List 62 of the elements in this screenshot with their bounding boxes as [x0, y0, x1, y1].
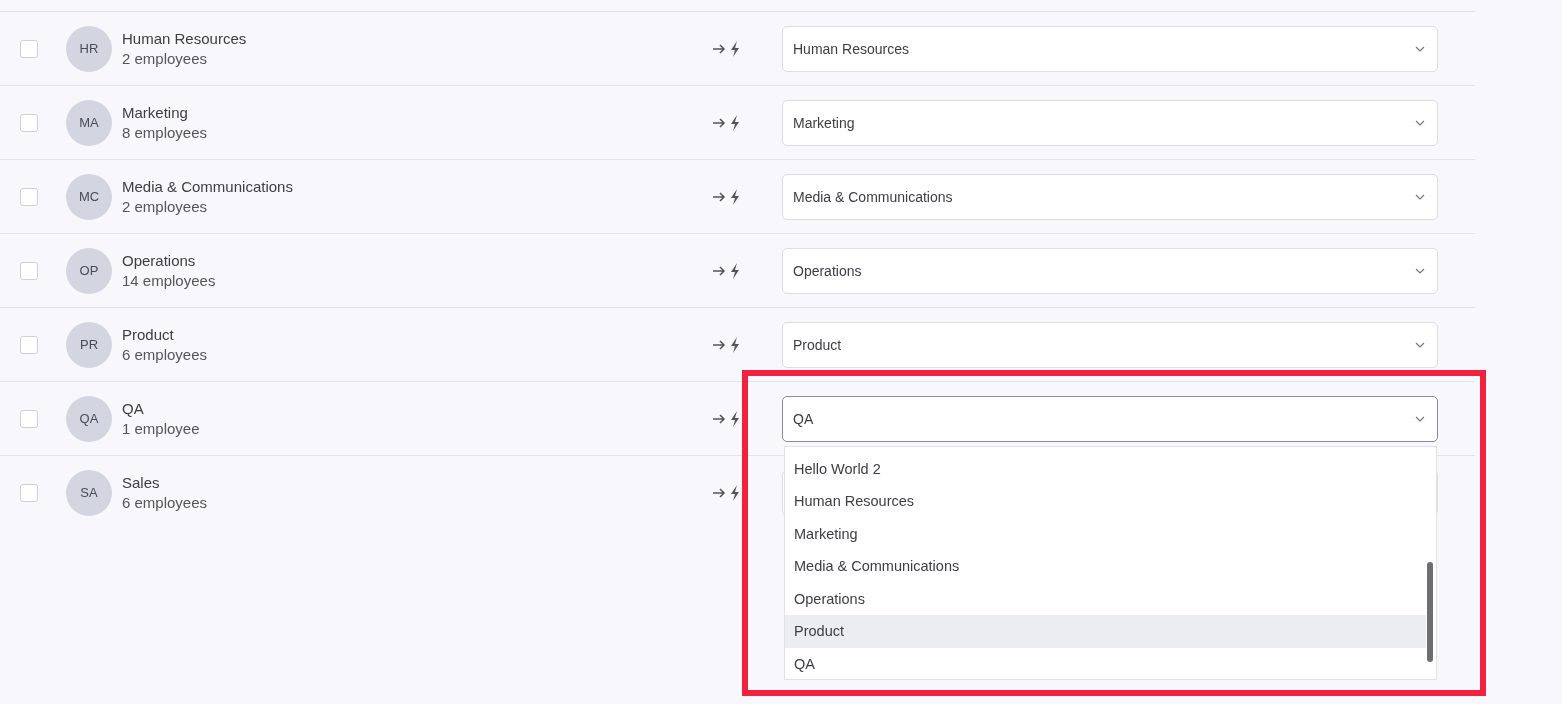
department-select[interactable]: Media & Communications [782, 173, 1438, 220]
initials-avatar: OP [66, 247, 112, 294]
row-checkbox[interactable] [20, 409, 38, 428]
department-select[interactable]: QA [782, 395, 1438, 442]
lightning-bolt-icon [730, 410, 740, 427]
chevron-down-icon [1415, 193, 1425, 200]
row-checkbox[interactable] [20, 261, 38, 280]
department-name: Sales [122, 474, 161, 491]
lightning-bolt-icon [730, 262, 740, 279]
department-name: Media & Communications [122, 178, 294, 195]
employee-count: 2 employees [122, 50, 209, 67]
dropdown-option[interactable]: Human Resources [785, 485, 1426, 518]
initials-avatar: PR [66, 321, 112, 368]
department-select[interactable]: Operations [782, 247, 1438, 294]
department-select[interactable]: Marketing [782, 99, 1438, 146]
dropdown-option[interactable]: Media & Communications [785, 550, 1426, 583]
row-checkbox[interactable] [20, 335, 38, 354]
initials-avatar: HR [66, 25, 112, 72]
chevron-down-icon [1415, 45, 1425, 52]
arrow-right-icon [712, 412, 726, 425]
department-name: Operations [122, 252, 197, 269]
row-checkbox[interactable] [20, 39, 38, 58]
department-select[interactable]: Human Resources [782, 25, 1438, 72]
dropdown-option[interactable]: Marketing [785, 517, 1426, 550]
department-name: QA [122, 400, 145, 417]
initials-avatar: MC [66, 173, 112, 220]
lightning-bolt-icon [730, 336, 740, 353]
employee-count: 6 employees [122, 346, 209, 363]
chevron-down-icon [1415, 267, 1425, 274]
chevron-down-icon [1415, 119, 1425, 126]
dropdown-option[interactable]: Operations [785, 582, 1426, 615]
arrow-right-icon [712, 338, 726, 351]
employee-count: 8 employees [122, 124, 209, 141]
department-select[interactable]: Product [782, 321, 1438, 368]
dropdown-option[interactable]: Product [785, 615, 1426, 648]
initials-avatar: MA [66, 99, 112, 146]
employee-count: 1 employee [122, 420, 201, 437]
chevron-down-icon [1415, 341, 1425, 348]
dropdown-option[interactable]: Hello World 2 [785, 452, 1426, 485]
employee-count: 6 employees [122, 494, 209, 511]
arrow-right-icon [712, 486, 726, 499]
arrow-right-icon [712, 116, 726, 129]
row-checkbox[interactable] [20, 187, 38, 206]
arrow-right-icon [712, 42, 726, 55]
department-name: Marketing [122, 104, 189, 121]
department-name: Human Resources [122, 30, 248, 47]
row-checkbox[interactable] [20, 113, 38, 132]
arrow-right-icon [712, 190, 726, 203]
employee-count: 2 employees [122, 198, 209, 215]
lightning-bolt-icon [730, 484, 740, 501]
department-name: Product [122, 326, 175, 343]
initials-avatar: SA [66, 469, 112, 516]
chevron-down-icon [1415, 415, 1425, 422]
arrow-right-icon [712, 264, 726, 277]
lightning-bolt-icon [730, 40, 740, 57]
lightning-bolt-icon [730, 188, 740, 205]
row-checkbox[interactable] [20, 483, 38, 502]
initials-avatar: QA [66, 395, 112, 442]
scrollbar-thumb[interactable] [1427, 561, 1433, 662]
employee-count: 14 employees [122, 272, 217, 289]
dropdown-option[interactable]: QA [785, 647, 1426, 680]
lightning-bolt-icon [730, 114, 740, 131]
